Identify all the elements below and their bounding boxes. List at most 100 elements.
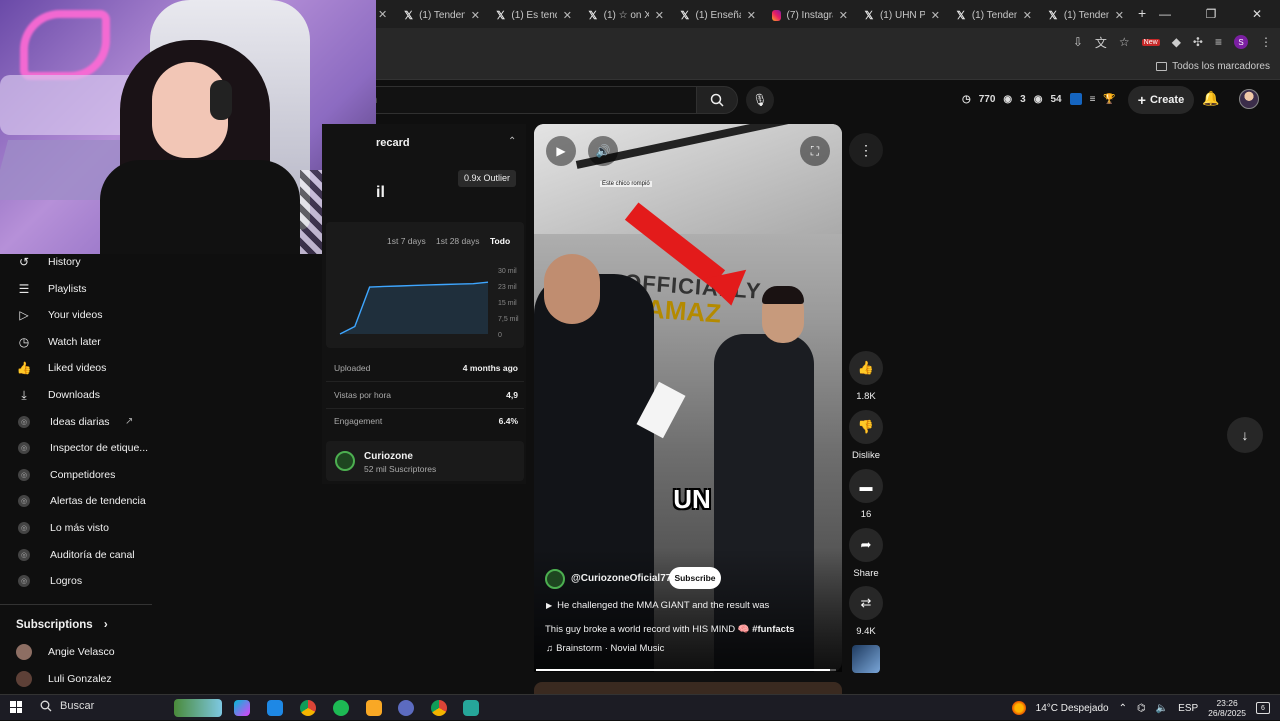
app2-icon[interactable]: [463, 700, 479, 716]
volume-icon[interactable]: 🔈: [1156, 703, 1168, 714]
play-button[interactable]: ▶: [546, 136, 576, 166]
install-icon[interactable]: ⇩: [1073, 35, 1083, 49]
list-icon[interactable]: ≡: [1090, 94, 1096, 105]
browser-tab[interactable]: 𝕏 (1) ☆ on X: " ✕: [582, 4, 670, 26]
reading-list-icon[interactable]: ≡: [1215, 35, 1222, 49]
comments-button[interactable]: ▬: [849, 469, 883, 503]
browser-tab[interactable]: 𝕏 (1) Tendenci ✕: [1042, 4, 1130, 26]
tab-close-icon[interactable]: ✕: [747, 9, 756, 22]
like-action[interactable]: 👍 1.8K: [848, 351, 884, 402]
tab-close-icon[interactable]: ✕: [839, 9, 848, 22]
subscriptions-title[interactable]: Subscriptions ›: [16, 619, 108, 631]
notifications-icon[interactable]: 6: [1256, 702, 1270, 714]
browser-tab[interactable]: 𝕏 (1) Es tender ✕: [490, 4, 578, 26]
create-button[interactable]: + Create: [1128, 86, 1194, 114]
restore-icon[interactable]: ❐: [1188, 0, 1234, 28]
notifications-bell-icon[interactable]: 🔔: [1202, 90, 1219, 107]
voice-search-button[interactable]: 🎙: [746, 86, 774, 114]
hashtag-link[interactable]: #funfacts: [752, 624, 794, 635]
sidebar-item-your-videos[interactable]: ▷ Your videos: [0, 304, 152, 326]
file-explorer-icon[interactable]: [366, 700, 382, 716]
browser-tab[interactable]: 𝕏 (1) Tendenci ✕: [950, 4, 1038, 26]
more-options-button[interactable]: ⋮: [849, 133, 883, 167]
video-music[interactable]: ♫ Brainstorm · Novial Music: [546, 643, 664, 654]
browser-tab[interactable]: 𝕏 (1) Tendencia ✕: [398, 4, 486, 26]
sidebar-item-history[interactable]: ↺ History: [0, 251, 152, 273]
chrome-icon[interactable]: [300, 700, 316, 716]
subscription-item[interactable]: Angie Velasco: [0, 641, 152, 663]
next-video-preview[interactable]: [534, 682, 842, 694]
search-input[interactable]: h: [360, 86, 696, 114]
language-indicator[interactable]: ESP: [1178, 703, 1198, 714]
tab-close-icon[interactable]: ✕: [655, 9, 664, 22]
browser-tab[interactable]: (7) Instagram ✕: [766, 4, 854, 26]
remix-action[interactable]: ⇄ 9.4K: [848, 586, 884, 637]
video-channel-avatar[interactable]: [545, 569, 565, 589]
translate-icon[interactable]: 文: [1095, 34, 1107, 51]
share-action[interactable]: ➦ Share: [848, 528, 884, 579]
browser-tab[interactable]: 𝕏 (1) UHN Plu ✕: [858, 4, 946, 26]
chart-tab-28-days[interactable]: 1st 28 days: [436, 236, 479, 246]
sidebar-item-watch-later[interactable]: ◷ Watch later: [0, 331, 152, 353]
dislike-action[interactable]: 👎 Dislike: [848, 410, 884, 461]
dislike-button[interactable]: 👎: [849, 410, 883, 444]
browser-tab[interactable]: 𝕏 (1) Enseñam ✕: [674, 4, 762, 26]
minimize-icon[interactable]: —: [1142, 0, 1188, 28]
new-badge[interactable]: New: [1141, 38, 1160, 46]
windows-start-icon[interactable]: [10, 701, 22, 713]
search-highlight-image[interactable]: [174, 699, 222, 717]
all-bookmarks[interactable]: Todos los marcadores: [1156, 61, 1270, 72]
close-window-icon[interactable]: ✕: [1234, 0, 1280, 28]
video-title-line2[interactable]: This guy broke a world record with HIS M…: [545, 624, 794, 635]
video-title-line1[interactable]: ▶ He challenged the MMA GIANT and the res…: [546, 600, 769, 611]
tab-close-icon[interactable]: ✕: [1115, 9, 1124, 22]
chevron-up-icon[interactable]: ⌃: [508, 136, 516, 147]
next-video-button[interactable]: ↓: [1227, 417, 1263, 453]
channel-card[interactable]: [326, 441, 524, 481]
tab-close-icon[interactable]: ✕: [563, 9, 572, 22]
network-icon[interactable]: ⌬: [1137, 703, 1146, 714]
spotify-icon[interactable]: [333, 700, 349, 716]
extension-logo-icon[interactable]: [1069, 93, 1082, 105]
clock[interactable]: 23:26 26/8/2025: [1208, 698, 1246, 718]
sidebar-extension-item[interactable]: ◎ Ideas diarias ↗: [0, 411, 152, 433]
chevron-up-icon[interactable]: ⌃: [1119, 703, 1127, 714]
trophy-icon[interactable]: 🏆: [1103, 94, 1115, 105]
tab-close-icon[interactable]: ✕: [1023, 9, 1032, 22]
bookmark-star-icon[interactable]: ☆: [1119, 35, 1130, 49]
comments-action[interactable]: ▬ 16: [848, 469, 884, 520]
extension-icon[interactable]: ◆: [1172, 35, 1181, 49]
weather-icon[interactable]: [1011, 701, 1026, 715]
chart-tab-7-days[interactable]: 1st 7 days: [387, 236, 426, 246]
app-icon[interactable]: [267, 700, 283, 716]
sidebar-extension-item[interactable]: ◎ Lo más visto: [0, 517, 152, 539]
account-avatar[interactable]: [1239, 89, 1259, 109]
chrome-profile-icon[interactable]: [431, 700, 447, 716]
tab-close-icon[interactable]: ✕: [378, 8, 387, 21]
like-button[interactable]: 👍: [849, 351, 883, 385]
profile-avatar[interactable]: S: [1234, 35, 1248, 49]
browser-menu-icon[interactable]: ⋮: [1260, 35, 1272, 49]
discord-icon[interactable]: [398, 700, 414, 716]
sidebar-extension-item[interactable]: ◎ Logros: [0, 570, 152, 592]
copilot-icon[interactable]: [234, 700, 250, 716]
sound-thumbnail[interactable]: [852, 645, 880, 673]
fullscreen-button[interactable]: ⛶: [800, 136, 830, 166]
taskbar-search[interactable]: Buscar: [40, 700, 94, 712]
video-channel-handle[interactable]: @CuriozoneOficial777: [571, 573, 677, 584]
sidebar-extension-item[interactable]: ◎ Inspector de etique...: [0, 437, 152, 459]
tab-close-icon[interactable]: ✕: [471, 9, 480, 22]
sidebar-extension-item[interactable]: ◎ Competidores: [0, 464, 152, 486]
subscribe-button[interactable]: Subscribe: [669, 567, 721, 589]
sidebar-item-liked-videos[interactable]: 👍 Liked videos: [0, 357, 152, 379]
sidebar-extension-item[interactable]: ◎ Alertas de tendencia: [0, 490, 152, 512]
puzzle-icon[interactable]: ✣: [1193, 35, 1203, 49]
sidebar-item-playlists[interactable]: ☰ Playlists: [0, 278, 152, 300]
search-button[interactable]: [696, 86, 738, 114]
remix-button[interactable]: ⇄: [849, 586, 883, 620]
sidebar-item-downloads[interactable]: ⤓ Downloads: [0, 384, 152, 406]
tab-close-icon[interactable]: ✕: [931, 9, 940, 22]
sidebar-extension-item[interactable]: ◎ Auditoría de canal: [0, 544, 152, 566]
subscription-item[interactable]: Luli Gonzalez: [0, 668, 152, 690]
volume-button[interactable]: 🔊: [588, 136, 618, 166]
